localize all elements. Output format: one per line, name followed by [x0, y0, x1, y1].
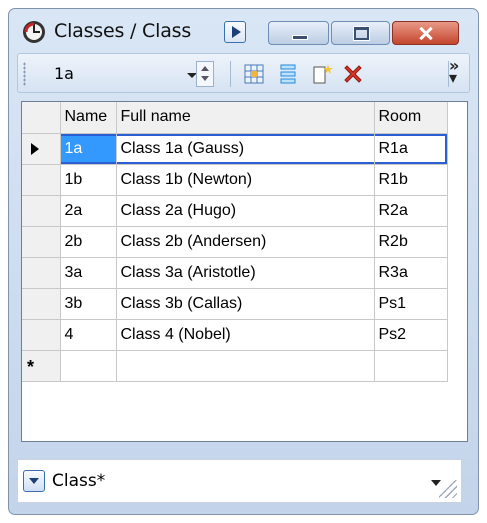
cell-full-name[interactable]: Class 2a (Hugo)	[116, 195, 375, 227]
toolbar: 1a » ▾	[17, 53, 470, 93]
row-header[interactable]	[22, 133, 61, 165]
new-row-icon: *	[27, 356, 35, 377]
class-selector[interactable]: 1a	[38, 61, 197, 87]
row-header[interactable]	[22, 226, 61, 258]
arrow-down-icon[interactable]	[201, 76, 209, 81]
table-row[interactable]: 3b Class 3b (Callas) Ps1	[22, 288, 448, 320]
resize-grip[interactable]	[439, 480, 457, 498]
cell-name[interactable]: 1b	[60, 164, 117, 196]
more-icon[interactable]: » ▾	[449, 58, 463, 86]
close-button[interactable]	[392, 21, 459, 45]
view-selector-value[interactable]: Class*	[52, 471, 105, 491]
class-selector-value: 1a	[54, 64, 74, 83]
cell-name[interactable]: 2a	[60, 195, 117, 227]
cell-full-name[interactable]: Class 1a (Gauss)	[116, 133, 375, 165]
toolbar-separator	[230, 61, 231, 87]
cell-name[interactable]: 2b	[60, 226, 117, 258]
column-header-name[interactable]: Name	[60, 102, 117, 134]
cell-full-name[interactable]: Class 1b (Newton)	[116, 164, 375, 196]
cell-full-name[interactable]: Class 3a (Aristotle)	[116, 257, 375, 289]
record-spinner[interactable]	[196, 61, 214, 87]
minimize-button[interactable]	[268, 21, 329, 45]
row-header[interactable]	[22, 319, 61, 351]
arrow-up-icon[interactable]	[201, 66, 209, 71]
cell-name[interactable]	[60, 350, 117, 382]
new-record-icon[interactable]	[310, 62, 334, 86]
cell-room[interactable]: R2a	[374, 195, 448, 227]
grid-icon[interactable]	[242, 62, 266, 86]
row-header[interactable]	[22, 164, 61, 196]
form-icon[interactable]	[276, 62, 300, 86]
table-row[interactable]: 1b Class 1b (Newton) R1b	[22, 164, 448, 196]
row-header[interactable]	[22, 195, 61, 227]
row-header[interactable]	[22, 288, 61, 320]
cell-room[interactable]: R1a	[374, 133, 448, 165]
cell-full-name[interactable]: Class 2b (Andersen)	[116, 226, 375, 258]
title-bar[interactable]: Classes / Class	[9, 9, 478, 55]
pin-button[interactable]	[224, 21, 246, 43]
cell-name[interactable]: 3b	[60, 288, 117, 320]
cell-full-name[interactable]: Class 4 (Nobel)	[116, 319, 375, 351]
cell-room[interactable]: R2b	[374, 226, 448, 258]
cell-name[interactable]: 1a	[60, 133, 117, 165]
window-title: Classes / Class	[54, 20, 192, 42]
table-row[interactable]: 4 Class 4 (Nobel) Ps2	[22, 319, 448, 351]
toolbar-grip[interactable]	[23, 62, 26, 86]
cell-name[interactable]: 3a	[60, 257, 117, 289]
cell-full-name[interactable]	[116, 350, 375, 382]
cell-name[interactable]: 4	[60, 319, 117, 351]
class-window: Classes / Class 1a » ▾ Name Full name Ro…	[8, 8, 479, 515]
classes-grid[interactable]: Name Full name Room 1a Class 1a (Gauss) …	[21, 101, 468, 442]
cell-room[interactable]: Ps2	[374, 319, 448, 351]
view-selector-bar: Class*	[17, 459, 462, 503]
table-row[interactable]: 2a Class 2a (Hugo) R2a	[22, 195, 448, 227]
cell-full-name[interactable]: Class 3b (Callas)	[116, 288, 375, 320]
cell-room[interactable]: R1b	[374, 164, 448, 196]
row-header[interactable]	[22, 257, 61, 289]
maximize-button[interactable]	[331, 21, 390, 45]
cell-room[interactable]: R3a	[374, 257, 448, 289]
row-header-corner[interactable]	[22, 102, 61, 134]
app-icon	[23, 21, 45, 43]
delete-icon[interactable]	[341, 62, 365, 86]
table-row[interactable]: 2b Class 2b (Andersen) R2b	[22, 226, 448, 258]
current-row-icon	[31, 142, 39, 155]
table-row[interactable]: 3a Class 3a (Aristotle) R3a	[22, 257, 448, 289]
table-row[interactable]: 1a Class 1a (Gauss) R1a	[22, 133, 448, 165]
cell-room[interactable]: Ps1	[374, 288, 448, 320]
column-header-room[interactable]: Room	[374, 102, 448, 134]
grid-header-row: Name Full name Room	[22, 102, 448, 134]
column-header-full-name[interactable]: Full name	[116, 102, 375, 134]
cell-room[interactable]	[374, 350, 448, 382]
new-row[interactable]: *	[22, 350, 448, 382]
row-header[interactable]: *	[22, 350, 61, 382]
view-menu-button[interactable]	[23, 470, 45, 492]
